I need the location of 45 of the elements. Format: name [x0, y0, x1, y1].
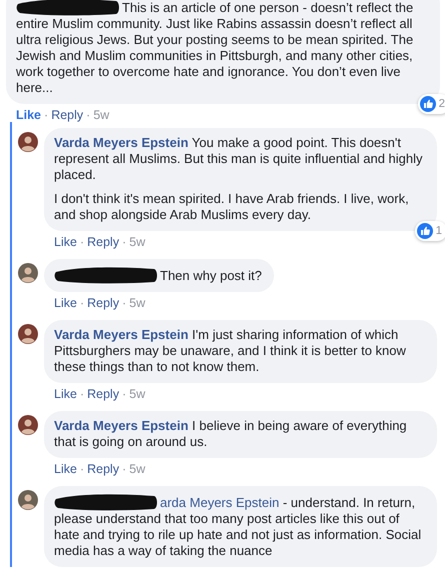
comment-text: arda Meyers Epstein - understand. In return, please understand that too many post articles like this out of hate and trying to rile up hate and not just as information. Social media has a way of taking the nuance — [54, 493, 422, 559]
comment-action-link[interactable]: Reply — [87, 296, 120, 310]
comment-text: Then why post it? — [54, 266, 262, 284]
thumbs-up-icon — [420, 96, 436, 112]
comment-action-link[interactable]: Reply — [87, 462, 120, 476]
timestamp: 5w — [129, 296, 146, 310]
separator-dot: · — [122, 387, 126, 401]
timestamp: 5w — [129, 462, 146, 476]
reaction-count: 2 — [438, 97, 445, 112]
author-name[interactable]: Varda Meyers Epstein — [54, 327, 188, 342]
comment-action-link[interactable]: Like — [54, 387, 77, 401]
comment-action-link[interactable]: Like — [54, 462, 77, 476]
thumbs-up-icon — [416, 223, 433, 239]
reaction-count: 1 — [436, 224, 442, 239]
comment-action-link[interactable]: Like — [54, 235, 77, 249]
separator-dot: · — [44, 108, 48, 122]
separator-dot: · — [122, 235, 126, 249]
timestamp: 5w — [129, 235, 146, 249]
comment-action-link[interactable]: Like — [16, 108, 42, 122]
separator-dot: · — [86, 108, 90, 122]
avatar — [18, 263, 38, 283]
comment-action-link[interactable]: Like — [54, 296, 77, 310]
separator-dot: · — [80, 296, 84, 310]
comment-text: I don't think it's mean spirited. I have Arab friends. I live, work, and shop alongside Arab Muslims every day. — [54, 191, 410, 223]
author-name[interactable]: Varda Meyers Epstein — [54, 418, 188, 433]
author-name[interactable]: Varda Meyers Epstein — [54, 135, 188, 150]
separator-dot: · — [122, 296, 126, 310]
mention-link[interactable]: arda Meyers Epstein — [160, 495, 280, 510]
comment-action-link[interactable]: Reply — [87, 387, 120, 401]
timestamp: 5w — [129, 387, 146, 401]
comment-text: Varda Meyers Epstein You make a good point. This doesn't represent all Muslims. But this man is quite influential and highly placed. — [54, 135, 424, 183]
avatar — [18, 415, 38, 435]
comment-text: Varda Meyers Epstein I believe in being aware of everything that is going on around us. — [54, 418, 408, 450]
comment-action-link[interactable]: Reply — [87, 235, 120, 249]
comment-text: This is an article of one person - doesn’t reflect the entire Muslim community. Just like Rabins assassin doesn’t reflect all ultra religious Jews. But your posting seems to be mean spirited. The Jewish and Muslim communities in Pittsburgh, and many other cities, work together to overcome hate and ignorance. You don’t even live here... — [16, 0, 414, 96]
avatar — [18, 324, 38, 344]
separator-dot: · — [80, 462, 84, 476]
avatar — [18, 490, 38, 510]
separator-dot: · — [122, 462, 126, 476]
separator-dot: · — [80, 235, 84, 249]
comment-text: Varda Meyers Epstein I'm just sharing information of which Pittsburghers may be unaware, and I think it is better to know these things than to not know them. — [54, 327, 407, 375]
avatar — [18, 132, 38, 152]
comment-action-link[interactable]: Reply — [51, 108, 84, 122]
timestamp: 5w — [93, 108, 110, 122]
separator-dot: · — [80, 387, 84, 401]
